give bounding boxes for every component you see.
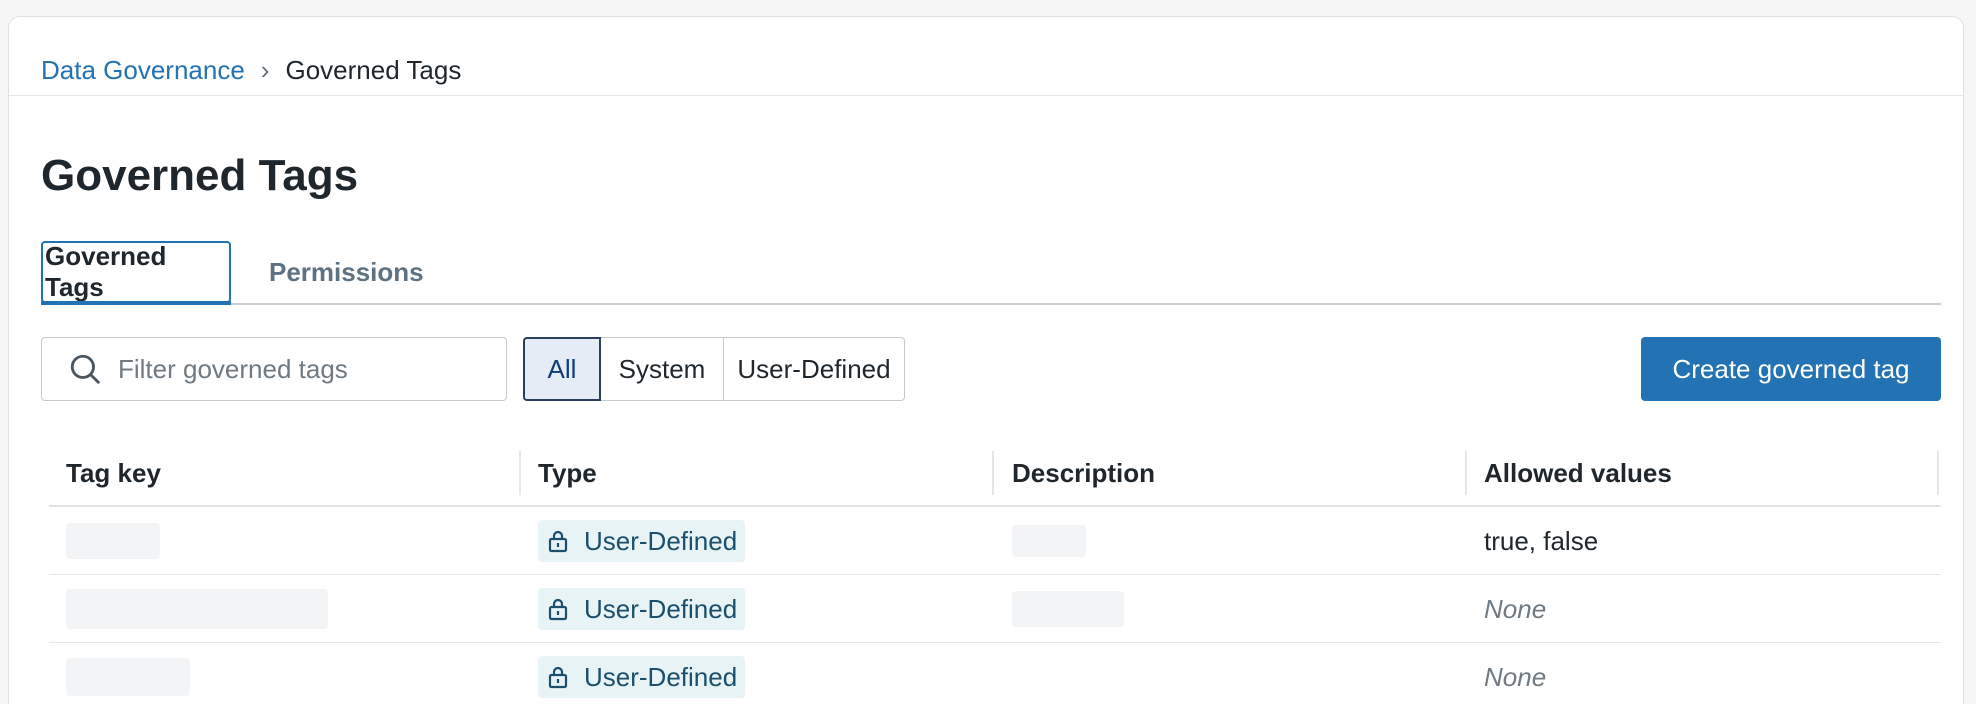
column-header-tag-key[interactable]: Tag key <box>66 441 161 505</box>
lock-icon <box>548 598 568 621</box>
search-box <box>41 337 507 401</box>
column-header-description[interactable]: Description <box>1012 441 1155 505</box>
type-cell: User-Defined <box>538 643 746 704</box>
lock-icon <box>548 530 568 553</box>
lock-icon <box>548 666 568 689</box>
type-badge-label: User-Defined <box>584 525 738 556</box>
type-badge: User-Defined <box>538 656 746 698</box>
column-header-allowed-values[interactable]: Allowed values <box>1484 441 1672 505</box>
description-cell <box>1012 575 1124 643</box>
breadcrumb-link-data-governance[interactable]: Data Governance <box>41 55 245 86</box>
type-cell: User-Defined <box>538 575 746 643</box>
tab-bar: Governed Tags Permissions <box>41 241 1941 305</box>
search-input[interactable] <box>118 353 498 385</box>
allowed-values-cell: None <box>1484 661 1547 692</box>
page-title: Governed Tags <box>41 151 359 200</box>
table-header: Tag key Type Description Allowed values <box>49 441 1941 507</box>
allowed-values-cell: true, false <box>1484 525 1599 556</box>
tab-permissions[interactable]: Permissions <box>269 241 424 303</box>
tag-key-cell <box>66 507 160 575</box>
main-panel: Data Governance › Governed Tags Governed… <box>8 16 1964 704</box>
table-row[interactable]: User-Defined None <box>49 575 1941 643</box>
column-resize-handle[interactable] <box>519 451 521 495</box>
create-governed-tag-button[interactable]: Create governed tag <box>1641 337 1941 401</box>
type-cell: User-Defined <box>538 507 746 575</box>
redacted-tag-key <box>66 523 160 559</box>
description-cell <box>1012 507 1086 575</box>
breadcrumb-separator-icon: › <box>260 55 270 85</box>
type-filter-group: All System User-Defined <box>523 337 905 401</box>
breadcrumb: Data Governance › Governed Tags <box>41 55 461 86</box>
column-resize-handle[interactable] <box>1465 451 1467 495</box>
type-badge-label: User-Defined <box>584 661 738 692</box>
redacted-description <box>1012 591 1124 627</box>
search-icon <box>70 354 101 385</box>
type-badge-label: User-Defined <box>584 593 738 624</box>
allowed-values-cell: None <box>1484 593 1547 624</box>
column-resize-handle[interactable] <box>1937 451 1939 495</box>
tab-governed-tags[interactable]: Governed Tags <box>41 241 231 305</box>
filter-system-button[interactable]: System <box>600 337 724 401</box>
tag-key-cell <box>66 643 190 704</box>
redacted-description <box>1012 525 1086 557</box>
governed-tags-table: Tag key Type Description Allowed values <box>49 441 1941 704</box>
filter-all-button[interactable]: All <box>523 337 601 401</box>
type-badge: User-Defined <box>538 520 746 562</box>
table-row[interactable]: User-Defined true, false <box>49 507 1941 575</box>
filter-user-defined-button[interactable]: User-Defined <box>723 337 905 401</box>
column-resize-handle[interactable] <box>992 451 994 495</box>
type-badge: User-Defined <box>538 588 746 630</box>
header-divider <box>9 95 1963 96</box>
redacted-tag-key <box>66 658 190 696</box>
breadcrumb-current: Governed Tags <box>285 55 462 85</box>
column-header-type[interactable]: Type <box>538 441 597 505</box>
table-row[interactable]: User-Defined None <box>49 643 1941 704</box>
tag-key-cell <box>66 575 328 643</box>
redacted-tag-key <box>66 589 328 629</box>
